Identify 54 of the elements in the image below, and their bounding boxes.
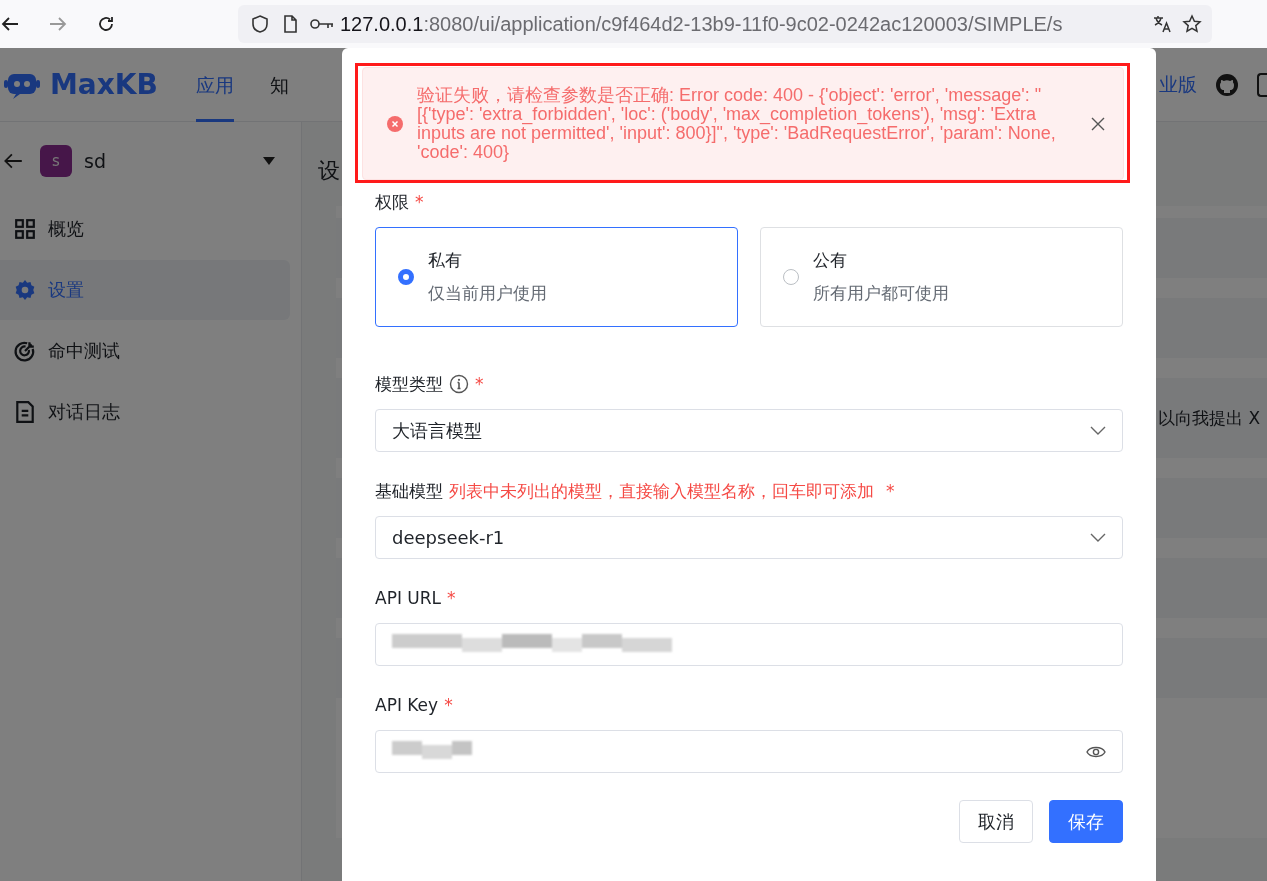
required-mark: * (447, 588, 456, 608)
option-description: 所有用户都可使用 (813, 282, 949, 305)
prompt-text: 以向我提出 X (1158, 406, 1261, 430)
eye-icon[interactable] (1086, 744, 1106, 759)
app-name: sd (84, 150, 107, 172)
field-label: 基础模型 (375, 479, 443, 503)
app-logo: MaxKB (50, 68, 158, 101)
option-description: 仅当前用户使用 (428, 282, 547, 305)
sidebar-item[interactable]: 命中测试 (0, 321, 290, 381)
target-icon (14, 340, 36, 362)
option-title: 公有 (813, 249, 848, 272)
chevron-down-icon (1090, 425, 1106, 436)
input-field[interactable] (375, 730, 1123, 773)
cancel-button[interactable]: 取消 (959, 800, 1033, 843)
close-icon[interactable] (1091, 116, 1105, 131)
field-label: 模型类型 (375, 372, 443, 396)
option-title: 私有 (428, 249, 463, 272)
star-icon[interactable] (1182, 14, 1202, 34)
error-icon (387, 115, 403, 132)
info-icon[interactable] (449, 374, 469, 394)
field-label: 权限 (375, 190, 409, 214)
required-mark: * (444, 695, 453, 715)
page-title: 设 (318, 157, 341, 185)
field-label: API Key (375, 695, 439, 715)
radio-card[interactable]: 公有 所有用户都可使用 (760, 227, 1123, 327)
error-text: 验证失败，请检查参数是否正确: Error code: 400 - {'object': 'error', 'message': "[{'type': 'extra_forbidden', 'loc': ('body', 'max_completion_tokens'), 'msg': 'Extra inputs are not permitted', 'input': 800}]", 'type': 'BadRequestError', 'param': None, 'code': 400} (417, 85, 1057, 162)
caret-icon[interactable] (263, 157, 275, 165)
settings-icon (14, 279, 36, 301)
github-icon[interactable] (1215, 72, 1239, 97)
field-hint: 列表中未列出的模型，直接输入模型名称，回车即可添加 (449, 479, 874, 503)
sidebar-item[interactable]: 设置 (0, 260, 290, 320)
translate-icon[interactable] (1152, 14, 1172, 34)
input-field[interactable] (375, 623, 1123, 666)
chevron-down-icon (1090, 532, 1106, 543)
app-avatar: s (40, 145, 72, 177)
select-field[interactable]: deepseek-r1 (375, 516, 1123, 559)
radio-button[interactable] (398, 269, 414, 285)
address-bar[interactable]: 127.0.0.1:8080/ui/application/c9f464d2-13b9-11f0-9c02-0242ac120003/SIMPLE/s (238, 5, 1212, 43)
url-text: 127.0.0.1:8080/ui/application/c9f464d2-13b9-11f0-9c02-0242ac120003/SIMPLE/s (340, 12, 1064, 36)
required-mark: * (415, 192, 424, 212)
radio-card[interactable]: 私有 仅当前用户使用 (375, 227, 738, 327)
key-icon (310, 17, 334, 31)
shield-icon (250, 14, 270, 34)
document-icon (14, 401, 36, 423)
edition-link[interactable]: 业版 (1159, 71, 1197, 98)
reload-icon[interactable] (96, 14, 116, 34)
sidebar-item[interactable]: 对话日志 (0, 382, 290, 442)
select-field[interactable]: 大语言模型 (375, 409, 1123, 452)
required-mark: * (886, 481, 895, 501)
sidebar-item[interactable]: 概览 (0, 199, 290, 259)
save-button[interactable]: 保存 (1049, 800, 1123, 843)
grid-icon (14, 218, 36, 240)
required-mark: * (475, 374, 484, 394)
field-label: API URL (375, 588, 442, 608)
